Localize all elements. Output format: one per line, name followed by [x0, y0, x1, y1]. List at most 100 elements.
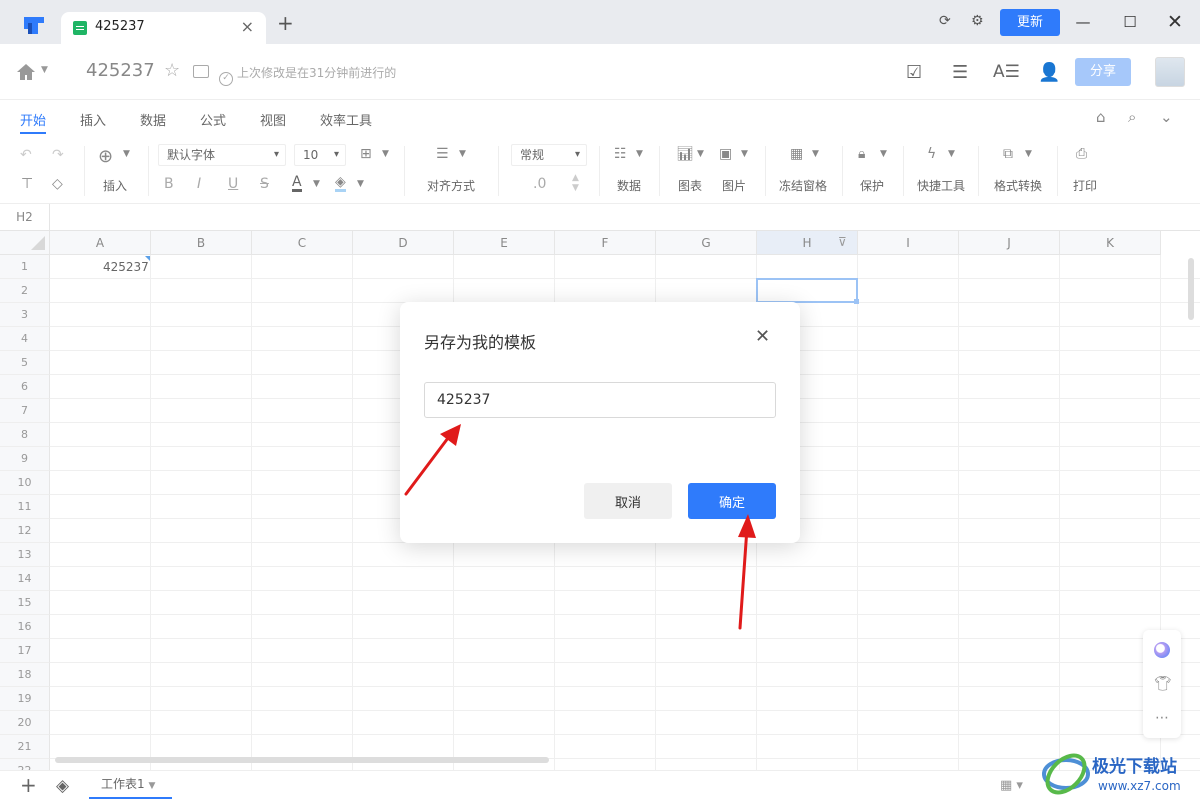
data-label[interactable]: 数据 [617, 177, 641, 194]
column-header-i[interactable]: I [858, 231, 959, 255]
document-tab[interactable]: 425237 × [61, 12, 266, 44]
row-header-13[interactable]: 13 [0, 543, 50, 567]
convert-icon[interactable]: ⧉ [1003, 146, 1013, 162]
column-header-f[interactable]: F [555, 231, 656, 255]
chevron-down-icon[interactable]: ▼ [812, 149, 819, 159]
edit-check-icon[interactable]: ☑ [906, 62, 922, 83]
data-filter-icon[interactable]: ☷ [614, 146, 627, 162]
column-header-j[interactable]: J [959, 231, 1060, 255]
document-name[interactable]: 425237 [86, 60, 155, 81]
chart-icon[interactable]: 📊︎ [676, 146, 694, 162]
font-family-select[interactable]: 默认字体 [158, 144, 286, 166]
collapse-ribbon-icon[interactable]: ⌄ [1160, 108, 1173, 126]
insert-plus-icon[interactable]: ⊕ [98, 146, 113, 167]
chevron-down-icon[interactable]: ▼ [357, 179, 364, 189]
column-header-e[interactable]: E [454, 231, 555, 255]
quick-tools-label[interactable]: 快捷工具 [917, 177, 965, 194]
eraser-icon[interactable]: ◇ [52, 176, 63, 192]
fill-color-icon[interactable]: ◈ [335, 175, 346, 192]
row-header-1[interactable]: 1 [0, 255, 50, 279]
chevron-down-icon[interactable]: ▼ [459, 149, 466, 159]
convert-label[interactable]: 格式转换 [994, 177, 1042, 194]
chevron-down-icon[interactable]: ▼ [1025, 149, 1032, 159]
font-size-select[interactable]: 10 [294, 144, 346, 166]
redo-icon[interactable]: ↷ [52, 147, 64, 163]
row-header-7[interactable]: 7 [0, 399, 50, 423]
tab-view[interactable]: 视图 [260, 110, 286, 129]
row-header-16[interactable]: 16 [0, 615, 50, 639]
cell-a1[interactable]: 425237 [103, 260, 149, 274]
sync-icon[interactable]: ⟳ [939, 13, 951, 29]
chevron-down-icon[interactable]: ▼ [313, 179, 320, 189]
settings-gear-icon[interactable]: ⚙ [971, 13, 984, 29]
row-header-4[interactable]: 4 [0, 327, 50, 351]
column-header-c[interactable]: C [252, 231, 353, 255]
select-all-corner[interactable] [0, 231, 50, 255]
new-tab-button[interactable]: + [277, 13, 294, 33]
chevron-down-icon[interactable]: ▼ [636, 149, 643, 159]
border-grid-icon[interactable]: ⊞ [360, 146, 372, 162]
decimal-stepper[interactable]: ▲ ▼ [572, 173, 579, 193]
search-icon[interactable]: ⌕ [1128, 108, 1136, 126]
row-header-17[interactable]: 17 [0, 639, 50, 663]
decimal-button[interactable]: .0 [533, 176, 546, 192]
cell-reference[interactable]: H2 [0, 204, 50, 230]
freeze-label[interactable]: 冻结窗格 [779, 177, 827, 194]
chevron-down-icon[interactable]: ▼ [41, 65, 48, 75]
layers-icon[interactable]: ◈ [56, 776, 69, 796]
print-label[interactable]: 打印 [1073, 177, 1097, 194]
chevron-down-icon[interactable]: ▼ [382, 149, 389, 159]
row-header-12[interactable]: 12 [0, 519, 50, 543]
row-header-5[interactable]: 5 [0, 351, 50, 375]
row-header-2[interactable]: 2 [0, 279, 50, 303]
star-icon[interactable]: ☆ [164, 60, 180, 81]
chevron-down-icon[interactable]: ▼ [880, 149, 887, 159]
row-header-20[interactable]: 20 [0, 711, 50, 735]
column-header-d[interactable]: D [353, 231, 454, 255]
format-painter-icon[interactable]: ⌂ [1096, 108, 1106, 126]
protect-label[interactable]: 保护 [860, 177, 884, 194]
format-brush-icon[interactable]: ⊤ [21, 176, 33, 192]
maximize-button[interactable]: ☐ [1115, 9, 1145, 35]
chart-label[interactable]: 图表 [678, 177, 702, 194]
chevron-down-icon[interactable]: ▼ [948, 149, 955, 159]
tab-insert[interactable]: 插入 [80, 110, 106, 129]
chevron-down-icon[interactable]: ▼ [741, 149, 748, 159]
chevron-down-icon[interactable]: ▼ [148, 781, 155, 791]
picture-icon[interactable]: ▣ [719, 146, 732, 162]
user-collab-icon[interactable]: 👤 [1038, 62, 1060, 83]
column-filter-icon[interactable]: ⊽ [838, 235, 847, 249]
row-header-19[interactable]: 19 [0, 687, 50, 711]
home-icon[interactable] [16, 63, 36, 81]
template-name-input[interactable] [424, 382, 776, 418]
align-label[interactable]: 对齐方式 [427, 177, 475, 194]
row-header-14[interactable]: 14 [0, 567, 50, 591]
row-header-11[interactable]: 11 [0, 495, 50, 519]
avatar[interactable] [1155, 57, 1185, 87]
column-header-g[interactable]: G [656, 231, 757, 255]
picture-label[interactable]: 图片 [722, 177, 746, 194]
row-header-6[interactable]: 6 [0, 375, 50, 399]
row-header-18[interactable]: 18 [0, 663, 50, 687]
tab-start[interactable]: 开始 [20, 110, 46, 129]
insert-label[interactable]: 插入 [103, 177, 127, 194]
align-icon[interactable]: ☰ [436, 146, 449, 162]
undo-icon[interactable]: ↶ [20, 147, 32, 163]
row-header-10[interactable]: 10 [0, 471, 50, 495]
number-format-select[interactable]: 常规 [511, 144, 587, 166]
underline-button[interactable]: U [228, 176, 238, 192]
menu-lines-icon[interactable]: ☰ [952, 62, 968, 83]
chevron-down-icon[interactable]: ▼ [697, 149, 704, 159]
view-mode-icon[interactable]: ▦ ▾ [1000, 778, 1023, 793]
selected-cell-box[interactable] [756, 278, 858, 303]
fill-handle[interactable] [854, 299, 859, 304]
italic-button[interactable]: I [197, 176, 201, 192]
tab-formula[interactable]: 公式 [200, 110, 226, 129]
chevron-down-icon[interactable]: ▼ [123, 149, 130, 159]
row-header-3[interactable]: 3 [0, 303, 50, 327]
lock-icon[interactable]: 🔒︎ [858, 146, 865, 162]
text-style-icon[interactable]: A☰ [993, 62, 1020, 82]
close-tab-icon[interactable]: × [241, 17, 254, 36]
confirm-button[interactable]: 确定 [688, 483, 776, 519]
column-header-b[interactable]: B [151, 231, 252, 255]
